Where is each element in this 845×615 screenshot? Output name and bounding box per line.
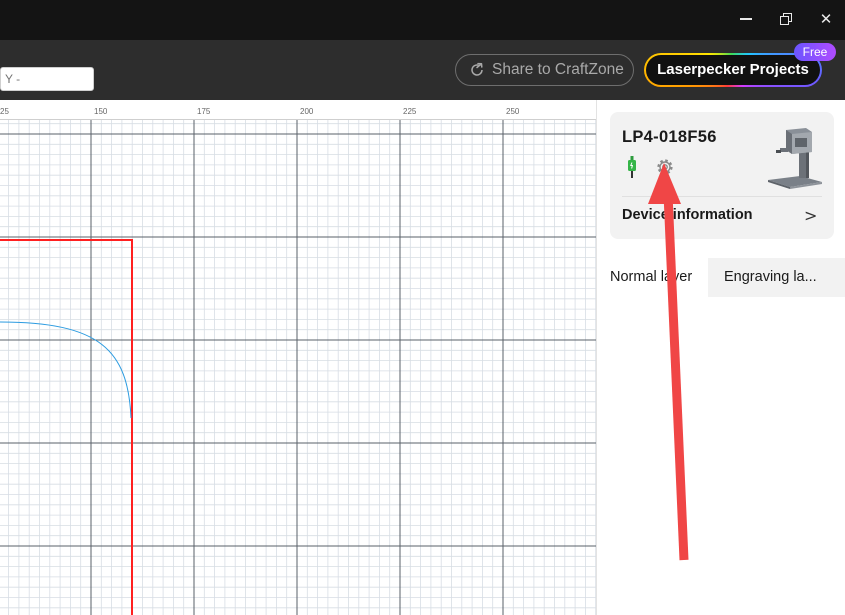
usb-connected-icon [628,156,636,178]
design-canvas[interactable]: 25 150 175 200 225 250 [0,100,596,615]
device-card[interactable]: LP4-018F56 Device information > [610,112,834,239]
ruler-label: 175 [197,107,211,116]
restore-icon[interactable] [775,8,797,30]
projects-label: Laserpecker Projects [646,55,820,85]
ruler-label: 200 [300,107,314,116]
horizontal-ruler: 25 150 175 200 225 250 [0,100,596,120]
chevron-right-icon[interactable]: > [804,206,817,225]
ruler-label: 25 [0,107,9,116]
close-icon[interactable]: ✕ [815,8,837,30]
tab-normal-layer[interactable]: Normal layer [597,258,708,297]
free-badge: Free [794,43,836,61]
layer-tabs: Normal layer Engraving la... [597,258,845,297]
minimize-icon[interactable] [735,8,757,30]
canvas-grid [0,106,596,615]
card-divider [622,196,822,197]
title-bar: ✕ [0,0,845,40]
ruler-label: 225 [403,107,417,116]
ruler-label: 250 [506,107,520,116]
settings-gear-icon[interactable] [655,157,675,177]
work-area-boundary [0,239,133,615]
ruler-label: 150 [94,107,108,116]
top-toolbar: Share to CraftZone Laserpecker Projects [0,40,845,100]
y-position-input[interactable] [0,67,94,91]
device-panel: LP4-018F56 Device information > Normal l… [596,100,845,615]
device-information-label[interactable]: Device information [622,207,753,223]
share-to-craftzone-button[interactable]: Share to CraftZone [455,54,634,86]
device-name: LP4-018F56 [622,128,717,146]
laserpecker-projects-button[interactable]: Laserpecker Projects [644,53,822,87]
laser-engraver-image [768,128,822,189]
share-arrow-icon [471,62,483,76]
share-label: Share to CraftZone [492,61,624,78]
tab-engraving-layer[interactable]: Engraving la... [708,258,845,297]
